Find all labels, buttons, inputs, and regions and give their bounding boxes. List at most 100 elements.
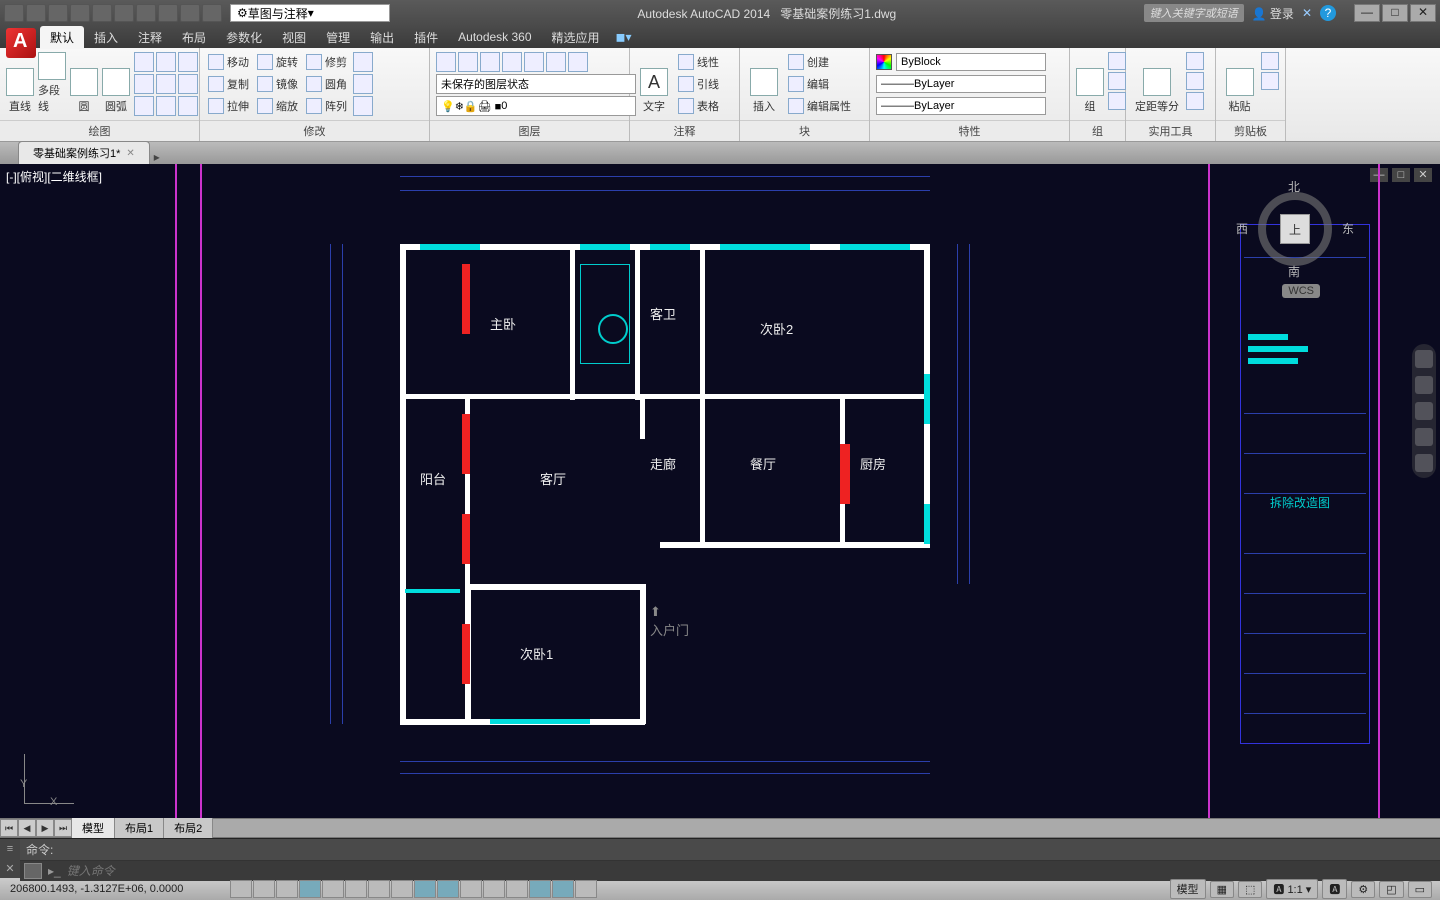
status-toggle[interactable] [552,880,574,898]
edit-attr-button[interactable]: 编辑属性 [786,96,853,116]
drawing-canvas[interactable]: [-][俯视][二维线框] — □ ✕ [0,164,1440,818]
qat-button[interactable] [26,4,46,22]
tab-parametric[interactable]: 参数化 [216,26,272,49]
lineweight-dropdown[interactable]: ——— ByLayer [876,97,1046,115]
linetype-dropdown[interactable]: ——— ByLayer [876,75,1046,93]
viewport-label[interactable]: [-][俯视][二维线框] [6,168,102,185]
tool-icon[interactable] [1186,72,1204,90]
tab-layout[interactable]: 布局 [172,26,216,49]
command-prompt-icon[interactable] [24,863,42,879]
paste-button[interactable]: 粘贴 [1222,52,1257,114]
tool-icon[interactable] [1186,52,1204,70]
new-tab-button[interactable]: ▸ [154,150,160,164]
maximize-button[interactable]: □ [1382,4,1408,22]
panel-title[interactable]: 绘图 [0,120,199,141]
tab-featured[interactable]: 精选应用 [542,26,610,49]
nav-showmotion[interactable] [1415,454,1433,472]
table-button[interactable]: 表格 [676,96,721,116]
leader-button[interactable]: 引线 [676,74,721,94]
layout-tab-2[interactable]: 布局2 [164,818,213,838]
panel-title[interactable]: 剪贴板 [1216,120,1285,141]
panel-title[interactable]: 注释 [630,120,739,141]
close-button[interactable]: ✕ [1410,4,1436,22]
linear-dim-button[interactable]: 线性 [676,52,721,72]
move-button[interactable]: 移动 [206,52,251,72]
tool-icon[interactable] [178,74,198,94]
layout-next[interactable]: ▶ [36,819,54,837]
nav-pan[interactable] [1415,376,1433,394]
qat-button[interactable] [202,4,222,22]
status-toggle[interactable] [391,880,413,898]
qat-button[interactable] [136,4,156,22]
tab-manage[interactable]: 管理 [316,26,360,49]
polyline-button[interactable]: 多段线 [38,52,66,114]
layer-state-dropdown[interactable]: 未保存的图层状态 [436,74,636,94]
help-icon[interactable]: ? [1320,5,1336,21]
status-toggle[interactable] [322,880,344,898]
model-space-toggle[interactable]: 模型 [1170,879,1206,899]
layout-prev[interactable]: ◀ [18,819,36,837]
tool-icon[interactable] [178,52,198,72]
layout-tab-1[interactable]: 布局1 [115,818,164,838]
tool-icon[interactable] [353,52,373,72]
tool-icon[interactable] [134,52,154,72]
tool-icon[interactable] [1261,72,1279,90]
tab-annotate[interactable]: 注释 [128,26,172,49]
mirror-button[interactable]: 镜像 [255,74,300,94]
line-button[interactable]: 直线 [6,52,34,114]
status-toggle[interactable] [460,880,482,898]
status-icon[interactable]: ⚙ [1351,881,1375,898]
tool-icon[interactable] [353,96,373,116]
vp-close[interactable]: ✕ [1414,168,1432,182]
layout-last[interactable]: ⏭ [54,819,72,837]
status-toggle[interactable] [506,880,528,898]
layer-current-dropdown[interactable]: 💡❄🔒🖨 ■ 0 [436,96,636,116]
tool-icon[interactable] [156,74,176,94]
status-toggle[interactable] [299,880,321,898]
layout-model-tab[interactable]: 模型 [72,818,115,838]
tool-icon[interactable] [178,96,198,116]
edit-block-button[interactable]: 编辑 [786,74,853,94]
nav-wheel[interactable] [1415,350,1433,368]
status-toggle[interactable] [414,880,436,898]
layer-tool[interactable] [502,52,522,72]
nav-zoom[interactable] [1415,402,1433,420]
status-icon[interactable]: ⬚ [1238,881,1262,898]
color-dropdown[interactable]: ByBlock [896,53,1046,71]
workspace-selector[interactable]: ⚙ 草图与注释 ▾ [230,4,390,22]
layer-tool[interactable] [546,52,566,72]
layer-tool[interactable] [436,52,456,72]
status-toggle[interactable] [276,880,298,898]
layout-first[interactable]: ⏮ [0,819,18,837]
layer-tool[interactable] [524,52,544,72]
qat-button[interactable] [70,4,90,22]
status-icon[interactable]: ▦ [1210,881,1234,898]
nav-orbit[interactable] [1415,428,1433,446]
panel-title[interactable]: 组 [1070,120,1125,141]
status-toggle[interactable] [437,880,459,898]
command-handle[interactable]: ≡✕ [0,839,20,878]
annotation-scale[interactable]: 🅰 1:1 ▾ [1266,879,1318,899]
panel-title[interactable]: 实用工具 [1126,120,1215,141]
measure-button[interactable]: 定距等分 [1132,52,1182,114]
coordinates-readout[interactable]: 206800.1493, -1.3127E+06, 0.0000 [0,883,230,895]
command-input[interactable] [67,864,1436,878]
insert-block-button[interactable]: 插入 [746,52,782,114]
tool-icon[interactable] [1108,72,1126,90]
status-icon[interactable]: 🅰 [1322,879,1347,899]
status-toggle[interactable] [529,880,551,898]
viewcube[interactable]: 上 北 南 西 东 [1250,184,1340,274]
status-icon[interactable]: ▭ [1408,881,1432,898]
wcs-indicator[interactable]: WCS [1282,284,1320,298]
tool-icon[interactable] [134,96,154,116]
tab-default[interactable]: 默认 [40,26,84,49]
tool-icon[interactable] [1108,52,1126,70]
tab-a360[interactable]: Autodesk 360 [448,27,541,47]
status-toggle[interactable] [253,880,275,898]
qat-button[interactable] [180,4,200,22]
panel-title[interactable]: 图层 [430,120,629,141]
tab-output[interactable]: 输出 [360,26,404,49]
layer-tool[interactable] [480,52,500,72]
vp-maximize[interactable]: □ [1392,168,1410,182]
rotate-button[interactable]: 旋转 [255,52,300,72]
